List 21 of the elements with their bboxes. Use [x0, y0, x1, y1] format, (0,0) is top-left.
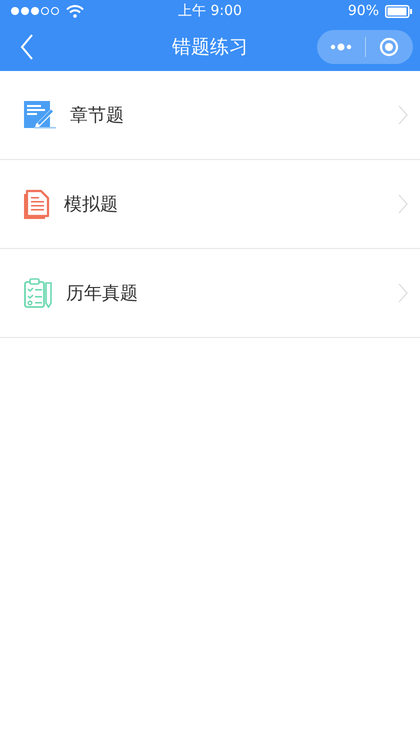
battery-percent: 90% [348, 3, 379, 19]
record-icon [379, 36, 400, 56]
menu-item-label: 模拟题 [64, 193, 119, 216]
chevron-right-icon [398, 283, 408, 303]
menu-item-label: 章节题 [70, 104, 125, 127]
menu-item[interactable]: 模拟题 [0, 160, 420, 249]
clipboard-checklist-icon [24, 278, 52, 308]
status-time: 上午 9:00 [178, 2, 242, 20]
battery-icon [385, 4, 412, 18]
wifi-icon [66, 4, 84, 18]
menu-item[interactable]: 历年真题 [0, 249, 420, 338]
document-icon [24, 189, 50, 219]
chevron-right-icon [398, 194, 408, 214]
signal-icon [10, 6, 60, 16]
page-title: 错题练习 [172, 34, 248, 60]
note-pencil-icon [24, 101, 56, 129]
menu-item[interactable]: 章节题 [0, 71, 420, 160]
menu-item-label: 历年真题 [66, 282, 139, 305]
back-button[interactable] [20, 34, 34, 60]
chevron-right-icon [398, 105, 408, 125]
more-icon [330, 42, 352, 50]
